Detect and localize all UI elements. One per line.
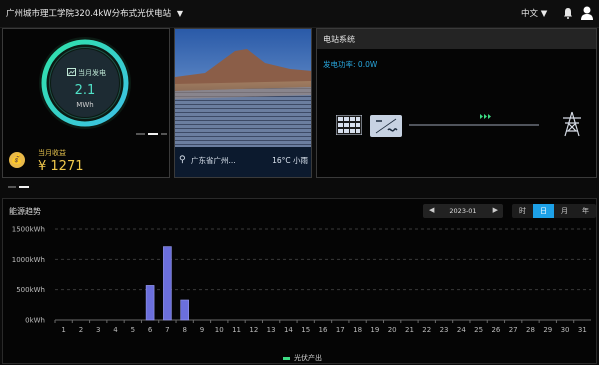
x-tick-label: 25 [474, 326, 483, 334]
chevron-down-icon: ▼ [176, 9, 184, 18]
carousel-dot-active[interactable] [19, 186, 29, 188]
tab-day[interactable]: 日 [533, 204, 554, 218]
tab-hour[interactable]: 时 [512, 204, 533, 218]
y-tick-label: 1500kWh [12, 226, 45, 234]
coin-bag-icon: 💰 [9, 152, 25, 168]
legend-swatch [283, 357, 290, 360]
x-tick-label: 10 [215, 326, 224, 334]
x-tick-label: 30 [561, 326, 570, 334]
x-tick-label: 2 [79, 326, 83, 334]
x-tick-label: 29 [543, 326, 552, 334]
station-selector[interactable]: 广州城市理工学院320.4kW分布式光伏电站 ▼ [6, 7, 183, 19]
x-tick-label: 28 [526, 326, 535, 334]
panel-header: 电站系统 [317, 29, 596, 49]
carousel-dot-active[interactable] [148, 133, 158, 135]
gauge-unit: MWh [76, 101, 94, 109]
y-tick-label: 500kWh [16, 286, 45, 294]
energy-bar-chart: 0kWh500kWh1000kWh1500kWh1 2 3 4 5 6 7 8 9 10 11 12 1… [12, 226, 591, 334]
x-tick-label: 5 [131, 326, 135, 334]
y-tick-label: 1000kWh [12, 256, 45, 264]
x-tick-label: 6 [148, 326, 153, 334]
power-readout: 发电功率: 0.0W [323, 59, 377, 70]
location-name: 广东省广州... [191, 156, 236, 165]
x-tick-label: 3 [96, 326, 100, 334]
location-bar: ⚲ 广东省广州... 16°C 小雨 [175, 147, 311, 177]
x-tick-label: 24 [457, 326, 466, 334]
power-value: 0.0W [357, 60, 378, 69]
site-photo [175, 29, 311, 147]
x-tick-label: 31 [578, 326, 587, 334]
x-tick-label: 11 [232, 326, 241, 334]
gauge-label: 当月发电 [78, 69, 106, 77]
weather-text: 16°C 小雨 [272, 156, 308, 165]
x-tick-label: 12 [249, 326, 258, 334]
x-tick-label: 19 [370, 326, 379, 334]
x-tick-label: 26 [491, 326, 500, 334]
station-title: 广州城市理工学院320.4kW分布式光伏电站 [6, 9, 172, 19]
bar-day-6 [145, 285, 155, 321]
carousel-dot[interactable] [8, 186, 16, 188]
power-label: 发电功率: [323, 60, 356, 69]
period-tabs: 时 日 月 年 [512, 204, 596, 218]
tab-month[interactable]: 月 [554, 204, 575, 218]
image-icon [67, 68, 76, 76]
energy-trend-panel: 能源趋势 ◀ 2023-01 ▶ 时 日 月 年 0kWh 500kWh 1000k… [2, 198, 597, 364]
x-tick-label: 8 [182, 326, 186, 334]
language-selector[interactable]: 中文 ▼ [521, 7, 547, 19]
user-avatar-icon[interactable] [580, 5, 594, 21]
generation-panel: 当月发电 2.1 MWh 💰 当月收益 ¥ 1271 [2, 28, 170, 178]
x-tick-label: 22 [422, 326, 431, 334]
carousel-dot[interactable] [136, 133, 145, 135]
solar-panel-icon [336, 115, 362, 135]
date-value[interactable]: 2023-01 [423, 207, 503, 215]
x-tick-label: 23 [440, 326, 449, 334]
gauge-value: 2.1 [74, 83, 96, 98]
x-tick-label: 14 [284, 326, 293, 334]
x-tick-label: 15 [301, 326, 310, 334]
x-tick-label: 13 [267, 326, 276, 334]
inverter-icon [370, 115, 402, 137]
income-value: ¥ 1271 [38, 159, 84, 174]
map-pin-icon: ⚲ [179, 155, 186, 165]
next-month-icon[interactable]: ▶ [493, 206, 498, 214]
x-tick-label: 21 [405, 326, 414, 334]
date-picker[interactable]: ◀ 2023-01 ▶ [423, 204, 503, 218]
panel-title: 电站系统 [323, 35, 355, 44]
x-tick-label: 7 [165, 326, 169, 334]
x-tick-label: 27 [509, 326, 518, 334]
panel-title: 能源趋势 [9, 207, 41, 216]
x-tick-label: 17 [336, 326, 345, 334]
x-tick-label: 1 [61, 326, 65, 334]
bell-icon[interactable] [563, 7, 573, 19]
bar-day-7 [163, 246, 172, 321]
power-flow-line [409, 114, 539, 126]
x-tick-label: 9 [200, 326, 204, 334]
carousel-dot[interactable] [161, 133, 167, 135]
y-tick-label: 0kWh [25, 317, 45, 325]
legend-label: 光伏产出 [294, 354, 322, 362]
transmission-tower-icon [563, 111, 581, 137]
x-tick-label: 20 [388, 326, 397, 334]
x-tick-label: 16 [319, 326, 328, 334]
x-tick-label: 18 [353, 326, 362, 334]
x-tick-label: 4 [113, 326, 118, 334]
station-system-panel: 电站系统 发电功率: 0.0W [316, 28, 597, 178]
site-photo-panel: ⚲ 广东省广州... 16°C 小雨 [174, 28, 312, 178]
tab-year[interactable]: 年 [575, 204, 596, 218]
top-bar: 广州城市理工学院320.4kW分布式光伏电站 ▼ 中文 ▼ [0, 0, 599, 28]
income-label: 当月收益 [38, 149, 66, 157]
bar-day-8 [180, 299, 189, 321]
